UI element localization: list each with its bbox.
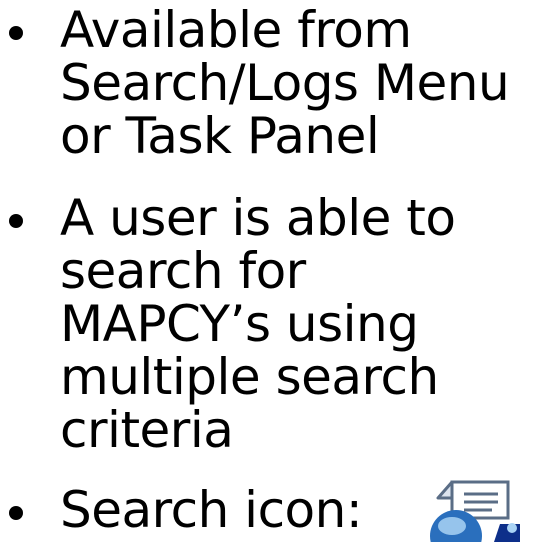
bullet-dot [9,26,23,40]
bullet-dot [9,214,23,228]
slide: Available from Search/Logs Menu or Task … [0,0,544,546]
bullet-text: A user is able to search for MAPCY’s usi… [60,189,456,459]
search-log-icon[interactable] [422,478,526,546]
bullet-text: Available from Search/Logs Menu or Task … [60,1,510,165]
bullet-dot [9,506,23,520]
